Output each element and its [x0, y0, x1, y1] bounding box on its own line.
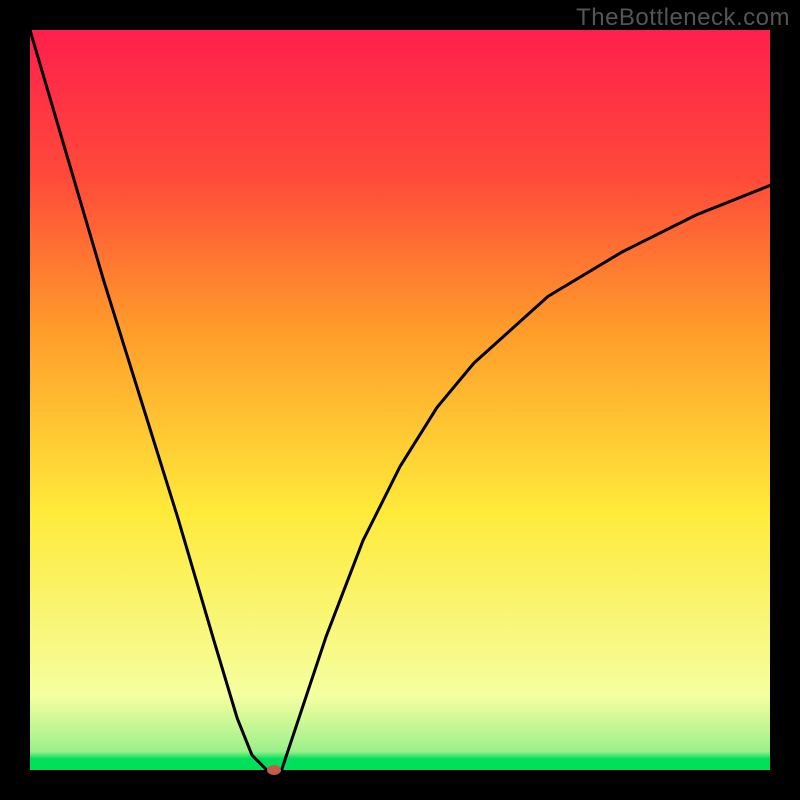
watermark-label: TheBottleneck.com: [576, 4, 790, 32]
curve-path: [30, 30, 770, 770]
min-marker: [267, 765, 281, 775]
chart-frame: TheBottleneck.com: [0, 0, 800, 800]
plot-area: [30, 30, 770, 770]
bottleneck-curve: [30, 30, 770, 770]
